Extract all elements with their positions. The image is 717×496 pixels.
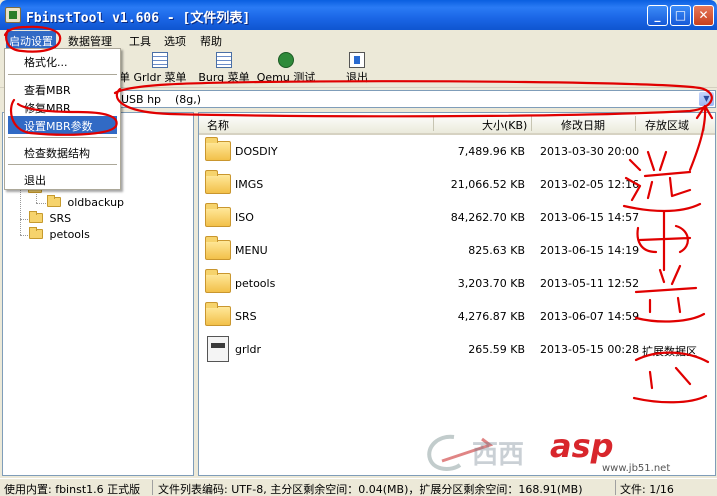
- menu-item-format[interactable]: 格式化...: [8, 52, 117, 70]
- folder-icon: [205, 203, 231, 227]
- column-resizer[interactable]: [635, 116, 636, 131]
- file-name: grldr: [235, 343, 262, 356]
- file-list-row[interactable]: grldr 265.59 KB 2013-05-15 00:28 扩展数据区: [199, 333, 715, 366]
- file-date: 2013-02-05 12:16: [540, 178, 640, 191]
- column-date[interactable]: 修改日期: [561, 117, 605, 133]
- menu-bar: 启动设置 数据管理 工具 选项 帮助: [0, 30, 717, 51]
- status-core: 使用内置: fbinst1.6 正式版: [4, 483, 141, 496]
- menu-tools[interactable]: 工具: [129, 33, 151, 49]
- exit-icon: [349, 52, 365, 68]
- toolbar-exit-button[interactable]: 退出: [342, 52, 372, 85]
- toolbar-exit-label: 退出: [346, 71, 368, 84]
- menu-separator: [8, 74, 117, 75]
- folder-icon: [205, 269, 231, 293]
- toolbar-burg-menu-button[interactable]: Burg 菜单: [196, 52, 252, 85]
- grldr-doc-icon: [152, 52, 168, 68]
- tree-node-oldbackup[interactable]: oldbackup: [47, 195, 125, 209]
- menu-item-exit[interactable]: 退出: [8, 170, 117, 188]
- status-divider: [152, 480, 153, 495]
- file-name: DOSDIY: [235, 145, 278, 158]
- file-list-row[interactable]: MENU 825.63 KB 2013-06-15 14:19: [199, 234, 715, 267]
- tree-node-label: petools: [49, 228, 90, 241]
- toolbar-qemu-label: Qemu 测试: [256, 71, 316, 84]
- file-size: 84,262.70 KB: [450, 211, 525, 224]
- status-info: 文件列表编码: UTF-8, 主分区剩余空间：0.04(MB)，扩展分区剩余空间…: [158, 483, 583, 496]
- file-list-row[interactable]: SRS 4,276.87 KB 2013-06-07 14:59: [199, 300, 715, 333]
- file-date: 2013-06-07 14:59: [540, 310, 640, 323]
- column-resizer[interactable]: [433, 116, 434, 131]
- file-size: 4,276.87 KB: [457, 310, 525, 323]
- file-size: 3,203.70 KB: [457, 277, 525, 290]
- qemu-icon: [278, 52, 294, 68]
- column-size[interactable]: 大小(KB): [482, 117, 527, 133]
- minimize-button[interactable]: _: [647, 5, 668, 26]
- tree-node-srs[interactable]: SRS: [29, 211, 72, 225]
- file-list-row[interactable]: ISO 84,262.70 KB 2013-06-15 14:57: [199, 201, 715, 234]
- status-divider: [615, 480, 616, 495]
- file-size: 825.63 KB: [468, 244, 525, 257]
- folder-icon: [29, 211, 43, 223]
- file-name: SRS: [235, 310, 257, 323]
- tree-node-label: oldbackup: [67, 196, 125, 209]
- file-icon: [207, 336, 229, 362]
- menu-item-view-mbr[interactable]: 查看MBR: [8, 80, 117, 98]
- boot-settings-menu: 格式化... 查看MBR 修复MBR 设置MBR参数 检查数据结构 退出: [4, 48, 121, 190]
- menu-item-check-structure[interactable]: 检查数据结构: [8, 143, 117, 161]
- menu-help[interactable]: 帮助: [200, 33, 222, 49]
- column-resizer[interactable]: [531, 116, 532, 131]
- toolbar-grldr-menu-button[interactable]: Grldr 菜单: [132, 52, 188, 85]
- app-icon: [5, 7, 21, 23]
- file-list-row[interactable]: petools 3,203.70 KB 2013-05-11 12:52: [199, 267, 715, 300]
- window-title: FbinstTool v1.606 - [文件列表]: [26, 11, 251, 26]
- file-area: 扩展数据区: [642, 345, 697, 358]
- file-size: 21,066.52 KB: [450, 178, 525, 191]
- title-bar: FbinstTool v1.606 - [文件列表] _ □ ✕: [0, 0, 717, 30]
- column-area[interactable]: 存放区域: [645, 117, 689, 133]
- file-date: 2013-05-11 12:52: [540, 277, 640, 290]
- folder-icon: [29, 227, 43, 239]
- tree-line: [36, 203, 46, 204]
- column-name[interactable]: 名称: [207, 117, 229, 133]
- file-date: 2013-06-15 14:57: [540, 211, 640, 224]
- column-header: 名称 大小(KB) 修改日期 存放区域: [199, 113, 715, 135]
- status-bar: 使用内置: fbinst1.6 正式版 文件列表编码: UTF-8, 主分区剩余…: [0, 478, 717, 496]
- file-list[interactable]: 名称 大小(KB) 修改日期 存放区域 DOSDIY 7,489.96 KB 201…: [198, 112, 716, 476]
- menu-item-set-mbr-params[interactable]: 设置MBR参数: [8, 116, 117, 134]
- folder-icon: [205, 170, 231, 194]
- burg-doc-icon: [216, 52, 232, 68]
- file-date: 2013-05-15 00:28: [540, 343, 640, 356]
- menu-item-repair-mbr[interactable]: 修复MBR: [8, 98, 117, 116]
- menu-options[interactable]: 选项: [164, 33, 186, 49]
- folder-icon: [205, 302, 231, 326]
- file-list-row[interactable]: DOSDIY 7,489.96 KB 2013-03-30 20:00: [199, 135, 715, 168]
- file-name: MENU: [235, 244, 268, 257]
- menu-separator: [8, 137, 117, 138]
- chevron-down-icon[interactable]: ▼: [699, 92, 714, 106]
- close-button[interactable]: ✕: [693, 5, 714, 26]
- tree-node-label: SRS: [49, 212, 72, 225]
- drive-select-value: USB hp (8g,): [121, 93, 202, 106]
- file-date: 2013-03-30 20:00: [540, 145, 640, 158]
- file-name: IMGS: [235, 178, 264, 191]
- drive-select[interactable]: USB hp (8g,) ▼: [114, 90, 716, 108]
- file-size: 7,489.96 KB: [457, 145, 525, 158]
- folder-icon: [47, 195, 61, 207]
- menu-separator: [8, 164, 117, 165]
- file-list-row[interactable]: IMGS 21,066.52 KB 2013-02-05 12:16: [199, 168, 715, 201]
- file-date: 2013-06-15 14:19: [540, 244, 640, 257]
- toolbar-qemu-test-button[interactable]: Qemu 测试: [256, 52, 316, 85]
- folder-icon: [205, 236, 231, 260]
- column-resizer[interactable]: [704, 116, 705, 131]
- tree-node-petools[interactable]: petools: [29, 227, 90, 241]
- file-size: 265.59 KB: [468, 343, 525, 356]
- file-name: petools: [235, 277, 276, 290]
- file-name: ISO: [235, 211, 254, 224]
- folder-icon: [205, 137, 231, 161]
- toolbar-grldr-label: Grldr 菜单: [133, 71, 187, 84]
- status-count: 文件: 1/16: [620, 483, 674, 496]
- toolbar-burg-label: Burg 菜单: [198, 71, 250, 84]
- menu-data-management[interactable]: 数据管理: [68, 33, 112, 49]
- maximize-button[interactable]: □: [670, 5, 691, 26]
